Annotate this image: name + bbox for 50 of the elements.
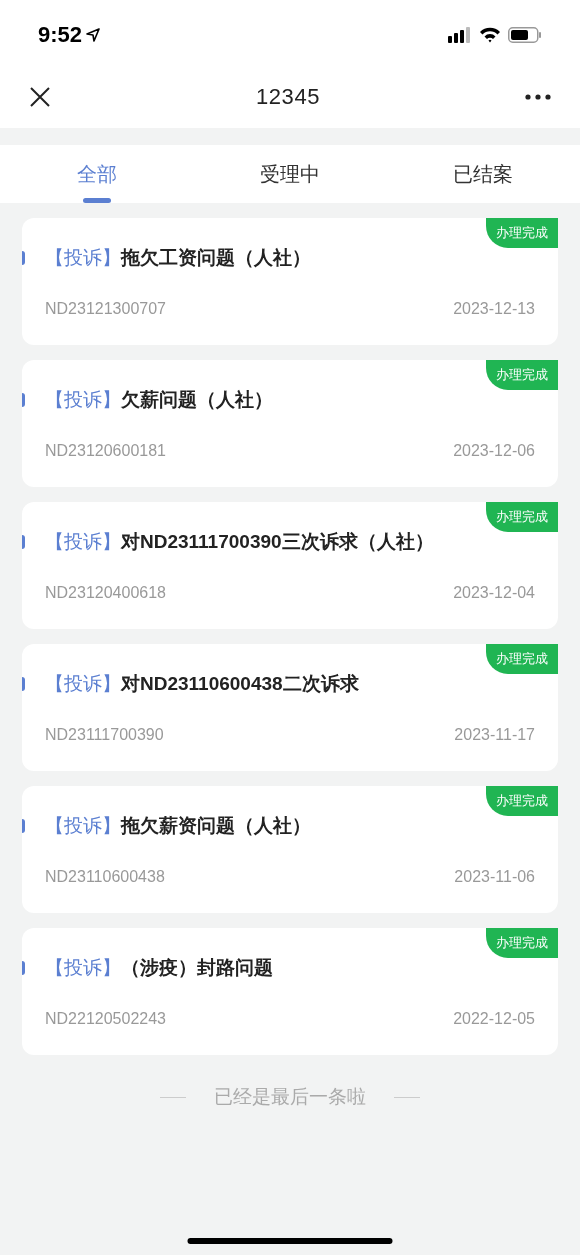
tab[interactable]: 全部	[0, 145, 194, 203]
case-card[interactable]: 办理完成 【投诉】拖欠薪资问题（人社） ND23110600438 2023-11-06	[22, 786, 558, 913]
tab[interactable]: 受理中	[193, 145, 387, 203]
status-badge: 办理完成	[486, 928, 558, 958]
status-time: 9:52	[38, 21, 83, 49]
case-card[interactable]: 办理完成 【投诉】欠薪问题（人社） ND23120600181 2023-12-06	[22, 360, 558, 487]
accent-mark	[22, 535, 25, 550]
case-number: ND23120600181	[45, 441, 166, 461]
case-title: 【投诉】欠薪问题（人社）	[45, 388, 273, 412]
page-title: 12345	[256, 83, 320, 111]
case-number: ND23111700390	[45, 725, 164, 745]
tab-indicator	[82, 198, 111, 203]
case-card[interactable]: 办理完成 【投诉】拖欠工资问题（人社） ND23121300707 2023-12-13	[22, 218, 558, 345]
accent-mark	[22, 961, 25, 976]
case-date: 2023-11-06	[454, 867, 535, 887]
signal-icon	[448, 26, 472, 43]
status-badge: 办理完成	[486, 360, 558, 390]
status-badge: 办理完成	[486, 502, 558, 532]
case-number: ND23110600438	[45, 867, 165, 887]
case-date: 2023-12-04	[453, 583, 535, 603]
accent-mark	[22, 677, 25, 692]
case-date: 2023-12-13	[453, 299, 535, 319]
close-button[interactable]	[28, 84, 52, 109]
case-date: 2022-12-05	[453, 1009, 535, 1029]
case-card[interactable]: 办理完成 【投诉】对ND23111700390三次诉求（人社） ND23120400618 2023-12-04	[22, 502, 558, 629]
case-number: ND23121300707	[45, 299, 166, 319]
case-title: 【投诉】对ND23111700390三次诉求（人社）	[45, 530, 434, 554]
accent-mark	[22, 251, 25, 266]
case-card[interactable]: 办理完成 【投诉】对ND23110600438二次诉求 ND23111700390 2023-11-17	[22, 644, 558, 771]
battery-icon	[508, 26, 542, 43]
status-badge: 办理完成	[486, 644, 558, 674]
status-badge: 办理完成	[486, 218, 558, 248]
accent-mark	[22, 393, 25, 408]
close-icon	[29, 85, 51, 108]
case-title: 【投诉】拖欠工资问题（人社）	[45, 246, 311, 270]
case-title: 【投诉】（涉疫）封路问题	[45, 956, 273, 980]
case-number: ND22120502243	[45, 1009, 166, 1029]
case-title: 【投诉】拖欠薪资问题（人社）	[45, 814, 311, 838]
location-arrow-icon	[86, 27, 101, 42]
case-number: ND23120400618	[45, 583, 166, 603]
case-title: 【投诉】对ND23110600438二次诉求	[45, 672, 359, 696]
more-icon	[525, 93, 551, 100]
accent-mark	[22, 819, 25, 834]
wifi-icon	[479, 26, 501, 43]
case-card[interactable]: 办理完成 【投诉】（涉疫）封路问题 ND22120502243 2022-12-05	[22, 928, 558, 1055]
tab[interactable]: 已结案	[386, 145, 580, 203]
status-badge: 办理完成	[486, 786, 558, 816]
case-date: 2023-12-06	[453, 441, 535, 461]
case-date: 2023-11-17	[454, 725, 535, 745]
end-of-list-text: 已经是最后一条啦	[214, 1085, 366, 1109]
